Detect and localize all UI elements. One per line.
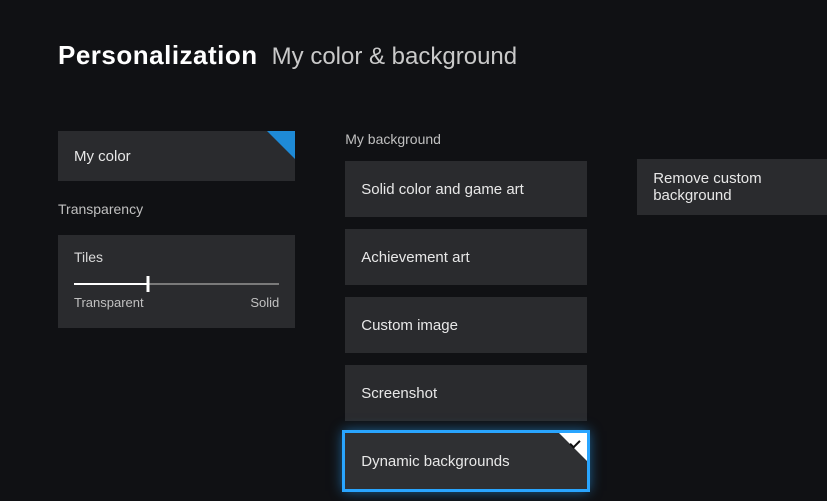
bg-option-label: Screenshot <box>361 385 437 402</box>
bg-option-custom-image[interactable]: Custom image <box>345 297 587 353</box>
bg-option-label: Dynamic backgrounds <box>361 453 509 470</box>
title-main: Personalization <box>58 40 258 71</box>
slider-labels: Transparent Solid <box>74 295 279 310</box>
slider-max-label: Solid <box>250 295 279 310</box>
accent-color-indicator-icon <box>267 131 295 159</box>
slider-min-label: Transparent <box>74 295 144 310</box>
page-title: Personalization My color & background <box>0 0 827 71</box>
transparency-section-label: Transparency <box>58 201 295 217</box>
remove-custom-background-label: Remove custom background <box>653 170 811 204</box>
checkmark-icon <box>569 437 583 451</box>
my-color-tile[interactable]: My color <box>58 131 295 181</box>
transparency-panel: Tiles Transparent Solid <box>58 235 295 328</box>
bg-option-achievement-art[interactable]: Achievement art <box>345 229 587 285</box>
slider-handle-icon[interactable] <box>146 276 149 292</box>
tiles-transparency-slider[interactable] <box>74 283 279 285</box>
bg-option-label: Achievement art <box>361 249 469 266</box>
bg-option-dynamic-backgrounds[interactable]: Dynamic backgrounds <box>345 433 587 489</box>
bg-option-label: Custom image <box>361 317 458 334</box>
my-background-section-label: My background <box>345 131 587 147</box>
bg-option-label: Solid color and game art <box>361 181 524 198</box>
title-sub: My color & background <box>272 43 517 71</box>
tiles-slider-label: Tiles <box>74 249 279 265</box>
bg-option-solid-color[interactable]: Solid color and game art <box>345 161 587 217</box>
bg-option-screenshot[interactable]: Screenshot <box>345 365 587 421</box>
slider-fill <box>74 283 148 285</box>
my-color-label: My color <box>74 148 131 165</box>
remove-custom-background-button[interactable]: Remove custom background <box>637 159 827 215</box>
